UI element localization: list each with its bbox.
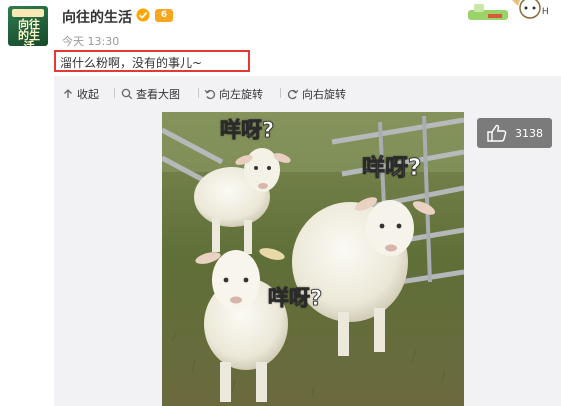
toolbar-divider: [198, 88, 199, 98]
collapse-icon: [64, 89, 72, 98]
avatar-tag: [12, 9, 44, 17]
rotate-right-button[interactable]: 向右旋转: [287, 86, 346, 102]
svg-text:H: H: [542, 6, 549, 16]
toolbar-divider: [280, 88, 281, 98]
verified-icon: [136, 8, 150, 22]
post-header: 向往的生活 向往的生活 6 今天 13:30 H 溜什么粉啊，没有的事儿~: [0, 0, 561, 88]
rotate-left-button[interactable]: 向左旋转: [204, 86, 263, 102]
cartoon-decoration-icon: H: [468, 0, 549, 20]
rotate-right-label: 向右旋转: [302, 88, 346, 101]
like-button[interactable]: 3138: [477, 118, 552, 148]
user-name[interactable]: 向往的生活: [62, 7, 132, 27]
view-large-button[interactable]: 查看大图: [121, 86, 180, 102]
level-badge: 6: [155, 9, 173, 22]
collapse-button[interactable]: 收起: [62, 86, 99, 102]
meme-caption: 咩呀?: [268, 286, 323, 311]
meme-caption: 咩呀?: [362, 155, 422, 182]
avatar[interactable]: 向往的生活: [8, 6, 48, 46]
rotate-right-icon: [287, 89, 299, 100]
toolbar-divider: [114, 88, 115, 98]
image-toolbar: 收起 查看大图 向左旋转 向右旋转: [54, 76, 561, 110]
media-area: 收起 查看大图 向左旋转 向右旋转 咩呀? 咩呀? 咩呀? 3138: [54, 76, 561, 406]
post-time[interactable]: 今天 13:30: [62, 33, 119, 49]
post-text: 溜什么粉啊，没有的事儿~: [54, 50, 250, 72]
post-image[interactable]: 咩呀? 咩呀? 咩呀?: [162, 112, 464, 406]
rotate-left-label: 向左旋转: [219, 88, 263, 101]
view-large-label: 查看大图: [136, 88, 180, 101]
avatar-text: 向往的生活: [18, 18, 40, 46]
magnifier-icon: [121, 88, 133, 100]
collapse-label: 收起: [77, 88, 99, 101]
rotate-left-icon: [204, 89, 216, 100]
meme-caption: 咩呀?: [220, 118, 275, 143]
like-count: 3138: [515, 126, 543, 140]
thumbs-up-icon: [487, 124, 507, 142]
